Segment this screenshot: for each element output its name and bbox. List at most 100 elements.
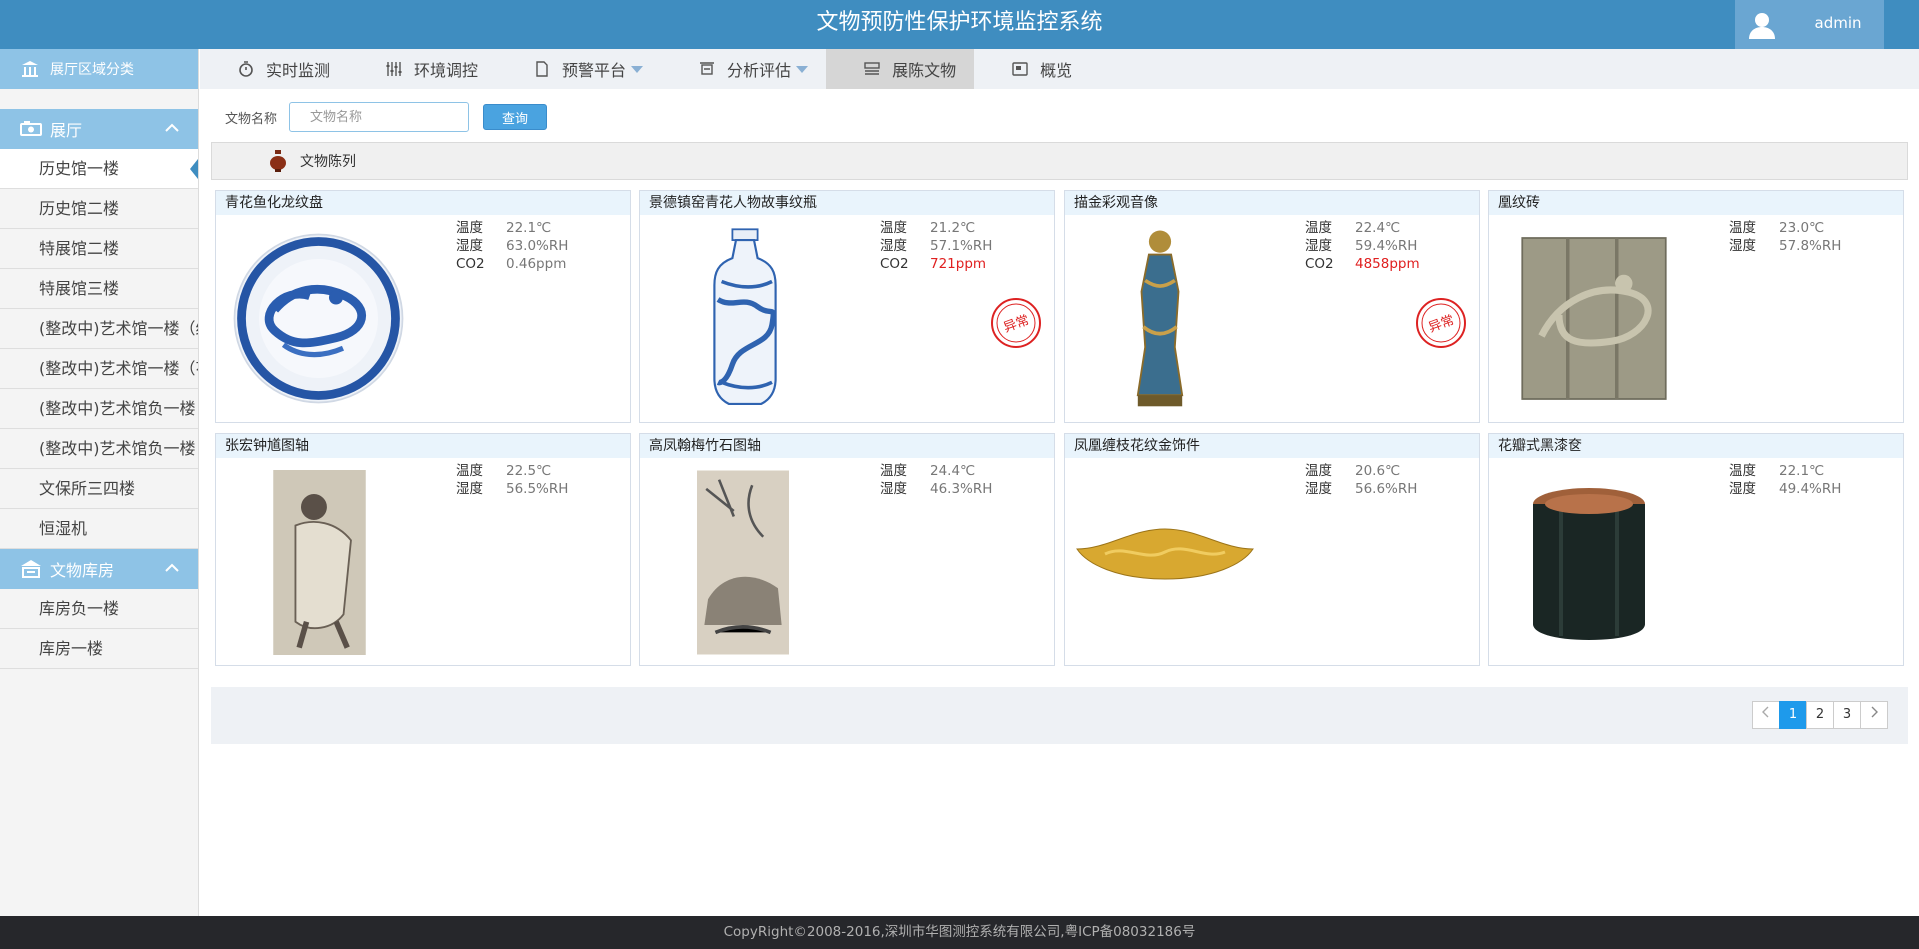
artifact-image (1076, 528, 1254, 580)
reading-co2: CO2 0.46ppm (456, 255, 568, 273)
page-button[interactable]: 3 (1833, 701, 1861, 729)
chevron-up-icon[interactable] (164, 120, 180, 136)
reading-key: 湿度 (456, 481, 483, 497)
search-input[interactable] (289, 102, 470, 132)
sidebar-group-hall[interactable]: 展厅 (0, 109, 198, 149)
reading-temp: 温度 22.1℃ (456, 219, 568, 237)
sidebar-group-storage[interactable]: 文物库房 (0, 549, 198, 589)
reading-value: 63.0%RH (506, 238, 569, 254)
artifact-card[interactable]: 描金彩观音像 温度 22.4℃ 湿度 59.4%RH CO2 4858ppm 异常 (1064, 190, 1480, 423)
reading-temp: 温度 24.4℃ (880, 462, 992, 480)
sidebar-item-art-b1-a[interactable]: (整改中)艺术馆负一楼 (0, 389, 198, 429)
reading-key: 温度 (1729, 220, 1756, 236)
reading-humid: 湿度 56.6%RH (1305, 480, 1417, 498)
reading-key: 温度 (456, 220, 483, 236)
user-menu[interactable]: admin (1735, 0, 1884, 49)
reading-temp: 温度 20.6℃ (1305, 462, 1417, 480)
overview-icon (1012, 62, 1028, 76)
sidebar-header-label: 展厅区域分类 (50, 62, 134, 78)
reading-value-alarm: 4858ppm (1355, 256, 1420, 272)
sidebar-item-label: (整改中)艺术馆负一楼 (39, 399, 196, 418)
sidebar-item-conservation[interactable]: 文保所三四楼 (0, 469, 198, 509)
reading-key: 温度 (880, 220, 907, 236)
sidebar-item-art-b1-b[interactable]: (整改中)艺术馆负一楼 (0, 429, 198, 469)
reading-humid: 湿度 57.8%RH (1729, 237, 1841, 255)
stopwatch-icon (239, 61, 253, 77)
artifact-image (1533, 488, 1645, 640)
reading-value: 46.3%RH (930, 481, 993, 497)
artifact-name: 高凤翰梅竹石图轴 (640, 434, 1054, 458)
abnormal-stamp-icon: 异常 (991, 298, 1041, 348)
stamp-text: 异常 (1002, 313, 1032, 336)
sidebar: 展厅区域分类 展厅 历史馆一楼 历史馆二楼 特展馆二楼 特展馆三楼 (整改中)艺… (0, 49, 199, 916)
sidebar-item-label: 恒湿机 (39, 519, 88, 538)
reading-value: 22.1℃ (506, 220, 552, 236)
artifact-image (273, 470, 366, 655)
artifact-card[interactable]: 高凤翰梅竹石图轴 温度 24.4℃ 湿度 46.3%RH (639, 433, 1055, 666)
search-row: 文物名称 查询 (225, 102, 548, 132)
sidebar-item-special-3f[interactable]: 特展馆三楼 (0, 269, 198, 309)
nav-control[interactable]: 环境调控 (348, 49, 496, 89)
reading-value: 57.8%RH (1779, 238, 1842, 254)
chevron-up-icon[interactable] (164, 560, 180, 576)
sidebar-item-storage-1f[interactable]: 库房一楼 (0, 629, 198, 669)
nav-analysis[interactable]: 分析评估 (661, 49, 826, 89)
nav-label: 预警平台 (562, 61, 627, 80)
readings: 温度 22.4℃ 湿度 59.4%RH CO2 4858ppm (1305, 219, 1420, 273)
artifact-card[interactable]: 凰纹砖 温度 23.0℃ 湿度 57.8%RH (1488, 190, 1904, 423)
page-button[interactable]: 2 (1806, 701, 1834, 729)
artifact-vase-icon (270, 150, 286, 172)
artifact-card[interactable]: 凤凰缠枝花纹金饰件 温度 20.6℃ 湿度 56.6%RH (1064, 433, 1480, 666)
artifact-name: 凰纹砖 (1489, 191, 1903, 215)
sidebar-item-humidifier[interactable]: 恒湿机 (0, 509, 198, 549)
active-pointer-icon (190, 159, 198, 179)
prev-page-button[interactable] (1752, 701, 1780, 729)
analysis-icon (700, 62, 715, 75)
sidebar-item-art-1f-b[interactable]: (整改中)艺术馆一楼（花 (0, 349, 198, 389)
artifact-card[interactable]: 花瓣式黑漆奁 温度 22.1℃ 湿度 49.4%RH (1488, 433, 1904, 666)
sidebar-item-storage-b1[interactable]: 库房负一楼 (0, 589, 198, 629)
next-page-button[interactable] (1860, 701, 1888, 729)
search-label: 文物名称 (225, 111, 278, 127)
nav-exhibits[interactable]: 展陈文物 (826, 49, 975, 89)
display-case-icon (864, 62, 880, 75)
reading-value: 0.46ppm (506, 256, 567, 272)
sliders-icon (386, 62, 402, 76)
nav-overview[interactable]: 概览 (974, 49, 1090, 89)
chevron-left-icon (1762, 706, 1769, 718)
reading-key: CO2 (456, 256, 485, 272)
reading-key: 湿度 (456, 238, 483, 254)
reading-temp: 温度 22.5℃ (456, 462, 568, 480)
warehouse-icon (21, 560, 41, 578)
reading-key: 温度 (880, 463, 907, 479)
reading-value: 49.4%RH (1779, 481, 1842, 497)
sidebar-item-history-2f[interactable]: 历史馆二楼 (0, 189, 198, 229)
exhibition-hall-icon (20, 121, 42, 136)
artifact-card[interactable]: 青花鱼化龙纹盘 温度 22.1℃ 湿度 63.0%RH CO2 0.46ppm (215, 190, 631, 423)
artifact-name: 描金彩观音像 (1065, 191, 1479, 215)
user-avatar-icon (1749, 13, 1775, 39)
readings: 温度 24.4℃ 湿度 46.3%RH (880, 462, 992, 498)
nav-label: 展陈文物 (892, 61, 957, 80)
sidebar-item-art-1f-a[interactable]: (整改中)艺术馆一楼（织 (0, 309, 198, 349)
reading-temp: 温度 22.4℃ (1305, 219, 1420, 237)
reading-key: 湿度 (1729, 481, 1756, 497)
sidebar-item-label: (整改中)艺术馆一楼（织 (39, 319, 198, 338)
caret-down-icon (796, 65, 809, 73)
sidebar-item-label: 库房一楼 (39, 639, 104, 658)
search-button[interactable]: 查询 (483, 104, 548, 130)
artifact-card[interactable]: 张宏钟馗图轴 温度 22.5℃ 湿度 56.5%RH (215, 433, 631, 666)
sidebar-item-label: 特展馆三楼 (39, 279, 120, 298)
sidebar-item-history-1f[interactable]: 历史馆一楼 (0, 149, 198, 189)
nav-warning[interactable]: 预警平台 (496, 49, 661, 89)
reading-humid: 湿度 63.0%RH (456, 237, 568, 255)
sidebar-item-label: 历史馆一楼 (39, 159, 120, 178)
page-button[interactable]: 1 (1779, 701, 1807, 729)
sidebar-item-label: 特展馆二楼 (39, 239, 120, 258)
nav-realtime[interactable]: 实时监测 (200, 49, 348, 89)
pagination-bar: 1 2 3 (211, 687, 1908, 744)
artifact-card[interactable]: 景德镇窑青花人物故事纹瓶 温度 21.2℃ 湿度 57.1%RH CO2 721ppm… (639, 190, 1055, 423)
reading-key: CO2 (880, 256, 909, 272)
sidebar-item-special-2f[interactable]: 特展馆二楼 (0, 229, 198, 269)
artifact-name: 凤凰缠枝花纹金饰件 (1065, 434, 1479, 458)
